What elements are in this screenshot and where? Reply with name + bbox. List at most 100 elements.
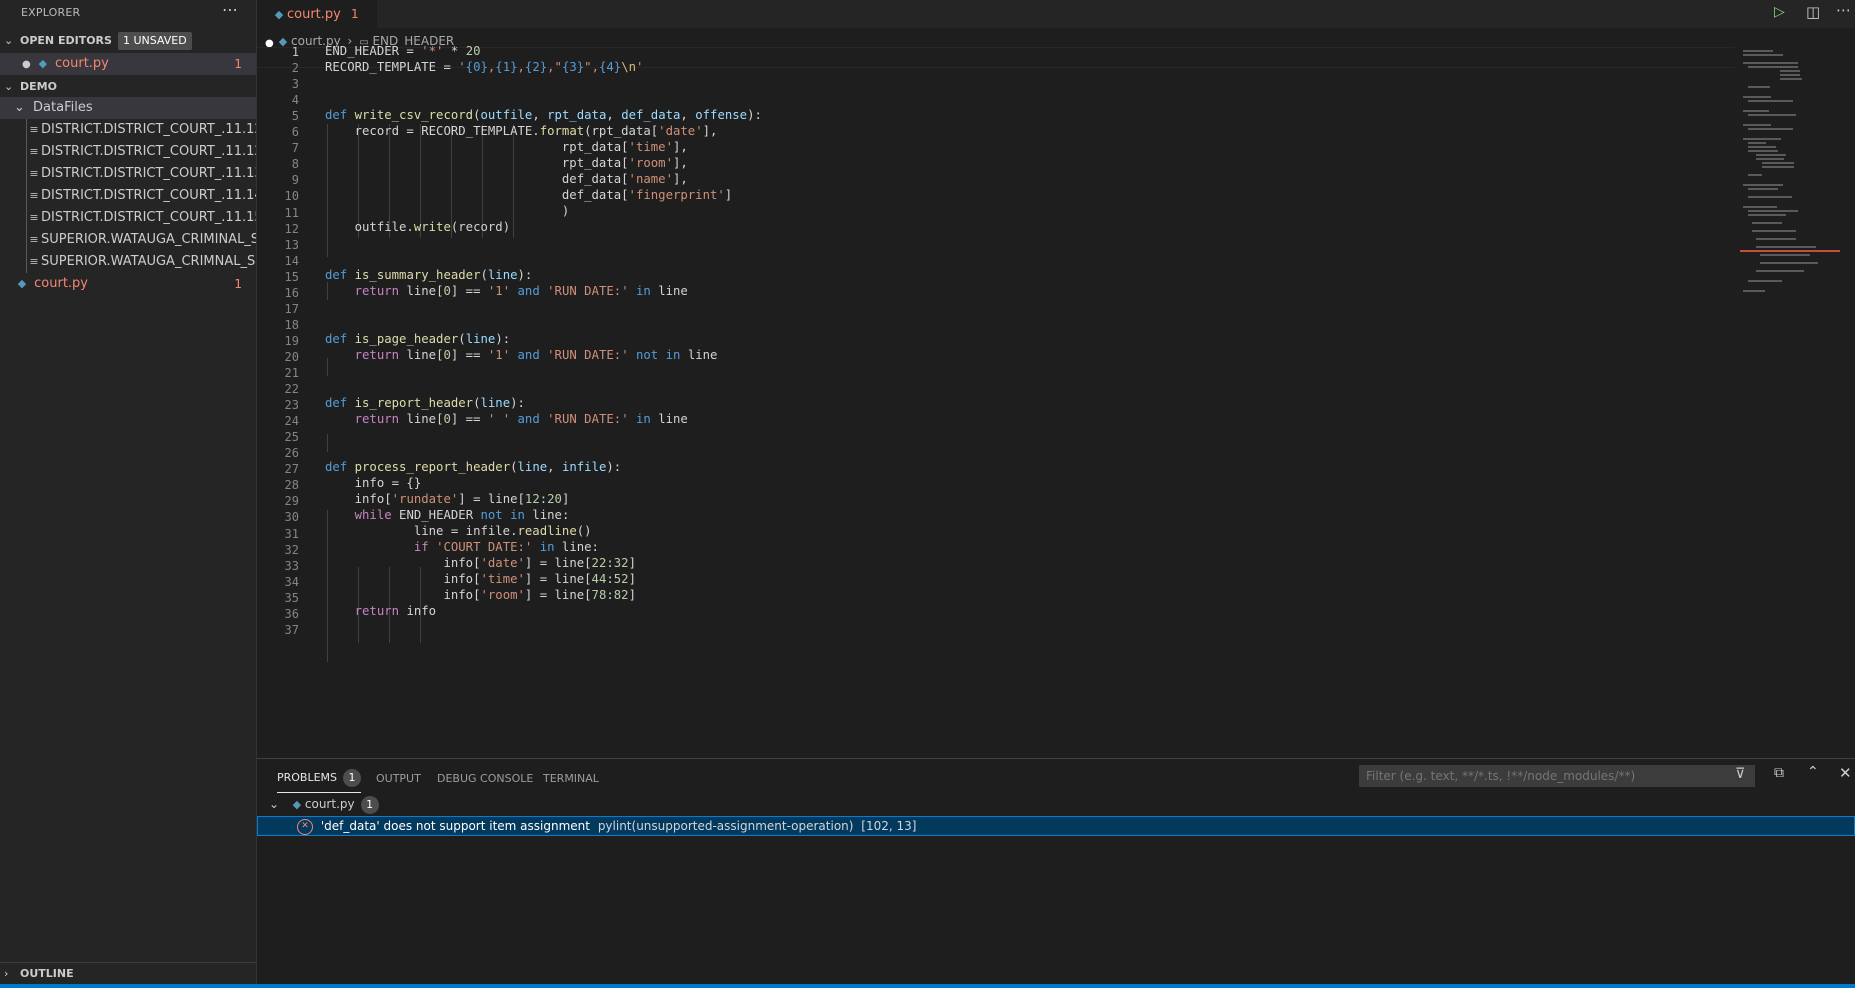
line-number: 21 — [284, 366, 299, 380]
explorer-sidebar: EXPLORER ⋯ ⌄ OPEN EDITORS 1 UNSAVED ● ◆ co… — [0, 0, 257, 988]
open-editor-file-name: court.py — [55, 56, 109, 71]
line-number: 17 — [284, 301, 299, 316]
code-line-35: info['room'] = line[78:82] — [325, 588, 636, 602]
tab-problem-count: 1 — [351, 7, 359, 21]
code-line-30: while END_HEADER not in line: — [354, 508, 570, 522]
maximize-panel-icon[interactable]: ⌃ — [1807, 764, 1819, 780]
workspace-header[interactable]: ⌄ DEMO — [0, 76, 256, 98]
split-editor-icon[interactable]: ◫ — [1806, 3, 1820, 21]
code-line-32: if 'COURT DATE:' in line: — [413, 540, 599, 554]
problem-source: pylint(unsupported-assignment-operation) — [597, 819, 854, 833]
line-number: 37 — [284, 622, 299, 637]
line-number: 33 — [284, 558, 299, 573]
close-panel-icon[interactable]: ✕ — [1839, 764, 1852, 782]
line-number: 23 — [284, 398, 299, 413]
text-file-icon: ≡ — [29, 233, 39, 246]
line-number: 1 — [291, 45, 299, 59]
line-number: 22 — [284, 382, 299, 397]
collapse-all-icon[interactable]: ⧉ — [1774, 765, 1784, 781]
more-actions-icon[interactable]: ⋯ — [1836, 1, 1851, 19]
tab-problems[interactable]: PROBLEMS 1 — [277, 769, 362, 793]
file-name: DISTRICT.DISTRICT_COURT_.11.15.1... — [41, 210, 256, 225]
code-line-2: RECORD_TEMPLATE = '{0},{1},{2},"{3}",{4}… — [325, 60, 644, 74]
problems-filter-input[interactable] — [1359, 765, 1755, 787]
code-line-6: record = RECORD_TEMPLATE.format(rpt_data… — [325, 124, 718, 138]
code-line-19: def is_page_header(line): — [325, 332, 511, 346]
open-editor-item-court-py[interactable]: ● ◆ court.py 1 — [0, 53, 256, 75]
minimap[interactable] — [1740, 48, 1840, 308]
file-item[interactable]: ≡DISTRICT.DISTRICT_COURT_.11.13.1... — [0, 163, 256, 185]
code-line-31: line = infile.readline() — [325, 524, 592, 538]
error-icon: ✕ — [297, 818, 313, 835]
line-number: 5 — [291, 109, 299, 124]
file-item-court-py[interactable]: ◆ court.py 1 — [0, 273, 256, 295]
code-editor[interactable]: 1 2 3 4 5 6 7 8 9 10 11 12 13 14 15 16 17 18 19 20 21 22 23 24 2… — [257, 44, 1735, 756]
file-item[interactable]: ≡DISTRICT.DISTRICT_COURT_.11.12.1... — [0, 141, 256, 163]
problem-item[interactable]: ✕ 'def_data' does not support item assig… — [257, 816, 1855, 836]
minimap-canvas — [1740, 50, 1840, 292]
code-line-1: END_HEADER = '*' * 20 — [325, 44, 481, 58]
line-number: 16 — [284, 285, 299, 300]
code-line-28: info = {} — [325, 476, 422, 490]
text-file-icon: ≡ — [29, 211, 39, 224]
file-item[interactable]: ≡DISTRICT.DISTRICT_COURT_.11.12.1... — [0, 119, 256, 141]
text-file-icon: ≡ — [29, 145, 39, 158]
line-number: 32 — [284, 542, 299, 557]
code-line-7: rpt_data['time'], — [325, 140, 688, 154]
code-line-24: return line[0] == ' ' and 'RUN DATE:' in… — [354, 412, 688, 426]
folder-datafiles[interactable]: ⌄ DataFiles — [0, 97, 256, 119]
chevron-down-icon: ⌄ — [269, 797, 280, 811]
line-number: 8 — [291, 157, 299, 172]
line-number: 26 — [284, 446, 299, 461]
file-name: court.py — [34, 276, 89, 291]
folder-name: DataFiles — [33, 100, 93, 115]
problem-file-name: court.py — [304, 797, 355, 811]
ellipsis-icon[interactable]: ⋯ — [222, 0, 238, 19]
chevron-right-icon: › — [4, 967, 9, 980]
file-name: DISTRICT.DISTRICT_COURT_.11.12.1... — [41, 122, 256, 137]
chevron-down-icon: ⌄ — [4, 34, 14, 47]
line-number: 2 — [291, 61, 299, 76]
code-line-36: return info — [354, 604, 437, 618]
code-line-10: def_data['fingerprint'] — [325, 188, 733, 202]
file-item[interactable]: ≡DISTRICT.DISTRICT_COURT_.11.15.1... — [0, 207, 256, 229]
problem-file-group[interactable]: ⌄ ◆ court.py 1 — [269, 796, 379, 814]
line-number: 25 — [284, 430, 299, 445]
outline-label: OUTLINE — [20, 967, 74, 980]
outline-header[interactable]: › OUTLINE — [0, 962, 256, 985]
line-number: 31 — [284, 526, 299, 541]
line-number: 20 — [284, 349, 299, 364]
file-name: SUPERIOR.WATAUGA_CRIMNAL_SU... — [41, 254, 256, 269]
python-file-icon: ◆ — [274, 8, 284, 21]
file-item[interactable]: ≡DISTRICT.DISTRICT_COURT_.11.14.1... — [0, 185, 256, 207]
bottom-panel: PROBLEMS 1 OUTPUT DEBUG CONSOLE TERMINAL — [257, 758, 1855, 985]
tab-court-py[interactable]: ◆ court.py 1 ● — [257, 0, 377, 49]
file-name: SUPERIOR.WATAUGA_CRIMINAL_S... — [41, 232, 256, 247]
line-number: 7 — [291, 141, 299, 156]
line-number: 14 — [284, 253, 299, 268]
line-number: 18 — [284, 317, 299, 332]
python-file-icon: ◆ — [292, 798, 302, 811]
chevron-down-icon: ⌄ — [4, 80, 14, 93]
open-editors-header[interactable]: ⌄ OPEN EDITORS 1 UNSAVED — [0, 30, 256, 52]
tab-output[interactable]: OUTPUT — [376, 772, 421, 785]
line-number: 9 — [291, 173, 299, 188]
tab-terminal[interactable]: TERMINAL — [543, 772, 599, 785]
file-item[interactable]: ≡ SUPERIOR.WATAUGA_CRIMNAL_SU... — [0, 251, 256, 273]
workspace-label: DEMO — [20, 80, 57, 93]
filter-icon[interactable]: ⊽ — [1735, 766, 1745, 782]
file-item[interactable]: ≡ SUPERIOR.WATAUGA_CRIMINAL_S... — [0, 229, 256, 251]
line-number: 10 — [284, 189, 299, 204]
tab-debug-console[interactable]: DEBUG CONSOLE — [437, 772, 533, 785]
code-line-11: ) — [325, 204, 570, 218]
line-number: 36 — [284, 606, 299, 621]
code-line-12: outfile.write(record) — [325, 220, 511, 234]
text-file-icon: ≡ — [29, 167, 39, 180]
run-icon[interactable]: ▷ — [1774, 4, 1785, 20]
unsaved-dot-icon[interactable]: ● — [22, 59, 31, 70]
file-name: DISTRICT.DISTRICT_COURT_.11.12.1... — [41, 144, 256, 159]
code-line-34: info['time'] = line[44:52] — [325, 572, 636, 586]
tab-label: court.py — [287, 7, 341, 22]
text-file-icon: ≡ — [29, 123, 39, 136]
line-number: 27 — [284, 462, 299, 477]
